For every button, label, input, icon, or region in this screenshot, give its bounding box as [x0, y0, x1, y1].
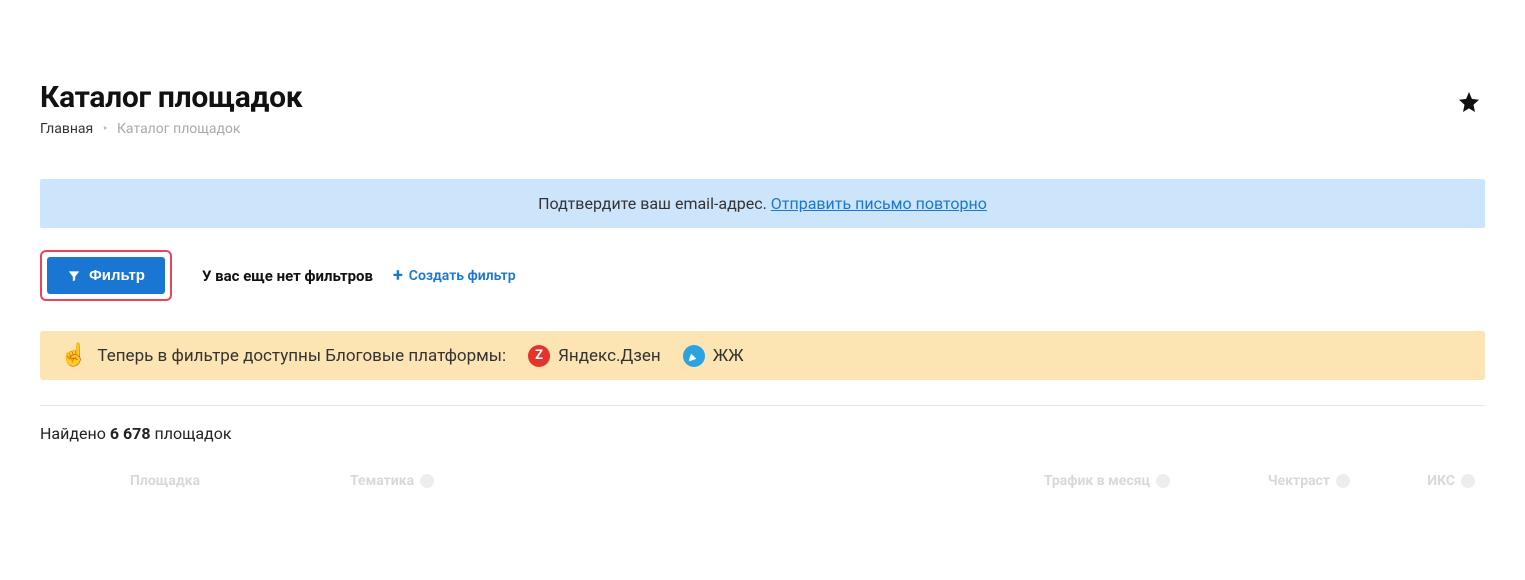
info-icon	[1156, 474, 1170, 488]
breadcrumb-home[interactable]: Главная	[40, 121, 93, 137]
filter-button-label: Фильтр	[89, 267, 145, 284]
info-icon	[1461, 474, 1475, 488]
platform-livejournal[interactable]: ЖЖ	[683, 345, 744, 367]
plus-icon: +	[393, 267, 403, 285]
breadcrumb-current: Каталог площадок	[117, 121, 241, 137]
create-filter-link[interactable]: + Создать фильтр	[393, 267, 516, 285]
results-count: Найдено 6 678 площадок	[40, 424, 1485, 443]
create-filter-label: Создать фильтр	[409, 268, 516, 284]
point-up-icon: ☝️	[60, 343, 87, 368]
email-confirm-text: Подтвердите ваш email-адрес.	[538, 194, 767, 213]
platform-label: Яндекс.Дзен	[558, 346, 661, 366]
info-icon	[1336, 474, 1350, 488]
platform-label: ЖЖ	[713, 346, 744, 366]
banner-text: Теперь в фильтре доступны Блоговые платф…	[97, 346, 506, 366]
blog-platforms-banner: ☝️ Теперь в фильтре доступны Блоговые пл…	[40, 331, 1485, 380]
livejournal-icon	[683, 345, 705, 367]
platform-yandex-dzen[interactable]: Z Яндекс.Дзен	[528, 345, 661, 367]
funnel-icon	[67, 269, 81, 283]
col-traffic-label: Трафик в месяц	[1044, 473, 1150, 489]
col-trust-label: Чектраст	[1268, 473, 1330, 489]
breadcrumb-separator: •	[97, 121, 114, 137]
star-icon	[1457, 90, 1481, 114]
results-number: 6 678	[110, 424, 151, 443]
results-suffix: площадок	[154, 424, 231, 443]
col-trust[interactable]: Чектраст	[1170, 473, 1350, 489]
col-traffic[interactable]: Трафик в месяц	[910, 473, 1170, 489]
yandex-dzen-icon: Z	[528, 345, 550, 367]
filter-button-highlight: Фильтр	[40, 250, 172, 301]
resend-email-link[interactable]: Отправить письмо повторно	[771, 194, 987, 213]
col-iks[interactable]: ИКС	[1350, 473, 1485, 489]
results-prefix: Найдено	[40, 424, 106, 443]
page-title: Каталог площадок	[40, 80, 1485, 115]
no-filters-text: У вас еще нет фильтров	[202, 267, 373, 285]
breadcrumb: Главная • Каталог площадок	[40, 121, 1485, 137]
email-confirm-banner: Подтвердите ваш email-адрес. Отправить п…	[40, 179, 1485, 228]
table-header-row: Площадка Тематика Трафик в месяц Чектрас…	[40, 473, 1485, 489]
favorite-star-button[interactable]	[1457, 90, 1485, 118]
col-iks-label: ИКС	[1427, 473, 1455, 489]
col-site-label: Площадка	[130, 473, 200, 489]
info-icon	[420, 474, 434, 488]
col-topic-label: Тематика	[350, 473, 414, 489]
col-site[interactable]: Площадка	[40, 473, 350, 489]
filter-button[interactable]: Фильтр	[47, 257, 165, 294]
divider	[40, 405, 1485, 406]
col-topic[interactable]: Тематика	[350, 473, 910, 489]
